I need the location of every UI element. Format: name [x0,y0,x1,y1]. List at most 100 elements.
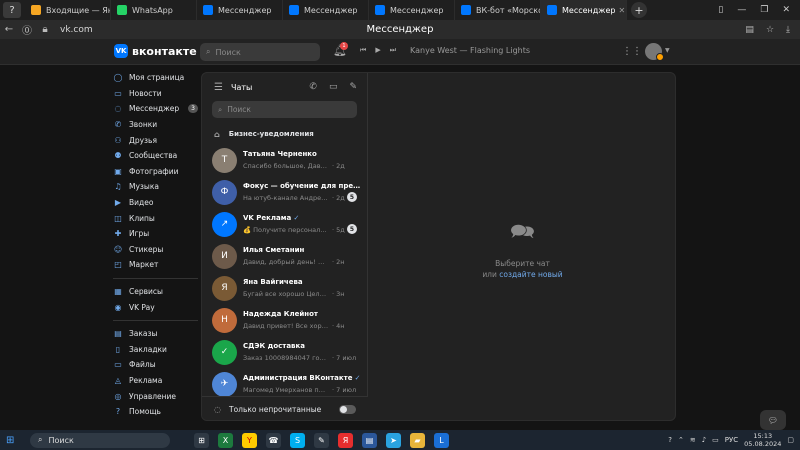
clock[interactable]: 15:13 05.08.2024 [744,432,781,448]
sidebar-item[interactable]: ◌ Мессенджер 3 [113,101,198,117]
chat-search-input[interactable] [227,105,338,114]
battery-icon[interactable]: ▭ [712,436,719,444]
browser-menu-button[interactable]: ? [3,2,21,18]
photo-icon: ▣ [114,166,122,176]
tab-close-icon[interactable]: ✕ [616,6,626,15]
word-icon[interactable]: ▤ [362,432,377,448]
browser-tab[interactable]: Мессенджер [369,0,455,20]
browser-tab[interactable]: WhatsApp [111,0,197,20]
header-search-input[interactable] [215,47,311,57]
yandex-icon[interactable]: Я [338,432,353,448]
next-track-icon[interactable]: ⏭ [390,46,396,55]
mini-chat-icon[interactable]: 💬︎ [760,410,786,430]
chat-search[interactable]: ⌕ [212,101,357,118]
play-icon[interactable]: ▶ [375,46,380,55]
prev-track-icon[interactable]: ⏮ [360,46,366,55]
current-track[interactable]: Kanye West — Flashing Lights [410,46,530,55]
volume-icon[interactable]: ♪ [702,436,706,444]
create-new-chat-link[interactable]: создайте новый [499,270,562,279]
header-search[interactable]: ⌕ [200,43,320,61]
chat-list-item[interactable]: Ф Фокус — обучение для предприним… На ютуб… [202,176,367,208]
lingualeo-icon[interactable]: L [434,432,449,448]
sidebar-item[interactable]: ◯ Моя страница [113,70,198,86]
browser-tab[interactable]: Мессенджер ✕ [541,0,627,20]
sidebar-item[interactable]: ⚉ Сообщества [113,148,198,164]
pen-icon[interactable]: ✎ [314,432,329,448]
taskbar-search[interactable]: ⌕ Поиск [30,432,170,448]
back-icon[interactable]: ← [0,24,18,35]
sidebar-item[interactable]: ◫ Клипы [113,210,198,226]
sidebar-item[interactable]: ▭ Новости [113,86,198,102]
sidebar-item[interactable]: ◉ VK Pay [113,299,198,315]
help-icon[interactable]: ? [668,436,672,444]
sidebar-item-label: Мессенджер [129,104,180,114]
taskview-icon[interactable]: ⊞ [194,432,209,448]
unread-count-badge: 5 [347,192,357,202]
windows-start-icon[interactable]: ⊞ [6,435,24,446]
sidebar-item[interactable]: ◎ Управление [113,388,198,404]
sidebar-item[interactable]: ▯ Закладки [113,342,198,358]
avatar[interactable] [645,43,664,61]
close-window-icon[interactable]: ✕ [782,5,790,15]
sidebar-item[interactable]: ⚇ Друзья [113,132,198,148]
folder-icon[interactable]: ▰ [410,432,425,448]
bookmark-icon: ▯ [115,344,121,354]
chat-list-item[interactable]: И Илья Сметанин Давид, добрый день! Спасиб… [202,240,367,272]
chat-body: Администрация ВКонтакте ✓ Магомед Умерхан… [243,374,361,394]
tab-favicon-icon [31,5,41,15]
business-notifications[interactable]: ⌂ Бизнес-уведомления [202,124,367,144]
wifi-icon[interactable]: ≋ [690,436,696,444]
sidebar-count-badge: 3 [188,104,198,114]
bookmark-icon[interactable]: ☆ [766,25,774,35]
notification-center-icon[interactable]: ▢ [787,436,794,444]
sidebar-item[interactable]: ♫ Музыка [113,179,198,195]
vk-brand-name[interactable]: вконтакте [132,45,197,58]
sidebar-item[interactable]: ▤ Заказы [113,326,198,342]
sidebar-item[interactable]: ◰ Маркет [113,257,198,273]
video-icon: ▶ [114,198,122,208]
language-indicator[interactable]: РУС [725,436,738,444]
browser-tab[interactable]: Входящие — Яндекс [25,0,111,20]
chat-list-item[interactable]: Т Татьяна Черненко Спасибо большое, Давид!… [202,144,367,176]
sidebar-item[interactable]: ✚ Игры [113,226,198,242]
vk-logo-icon[interactable]: VK [114,44,128,58]
sidebar-item[interactable]: ▶ Видео [113,195,198,211]
browser-tab[interactable]: Мессенджер [283,0,369,20]
unread-only-toggle[interactable] [339,405,356,414]
chat-list-item[interactable]: ✓ СДЭК доставка Заказ 10008984047 готов к…… [202,336,367,368]
browser-tab[interactable]: Мессенджер [197,0,283,20]
compose-icon[interactable]: ✎ [349,82,357,92]
unread-only-row[interactable]: ◌ Только непрочитанные [202,396,368,420]
menu-icon[interactable]: ☰ [214,82,223,93]
sidebar-item[interactable]: ▦ Сервисы [113,284,198,300]
verified-icon: ✓ [352,374,361,382]
new-tab-button[interactable]: + [631,2,647,18]
call-icon[interactable]: ✆ [309,82,317,92]
tab-label: Мессенджер [304,5,358,15]
bookmark-window-icon[interactable]: ▯ [718,5,723,15]
chat-list-item[interactable]: Я Яна Вайгичева Бугай все хорошо Целую ❤️·… [202,272,367,304]
sidebar-item[interactable]: ▭ Файлы [113,357,198,373]
chevron-down-icon[interactable]: ▼ [665,47,670,54]
maximize-icon[interactable]: ❐ [760,5,768,15]
sidebar-item[interactable]: ▣ Фотографии [113,164,198,180]
chat-list-item[interactable]: ↗ VK Реклама ✓ 💰 Получите персональны…· 5д… [202,208,367,240]
url-field[interactable]: vk.com [60,25,93,35]
sidebar-item[interactable]: ◬ Реклама [113,373,198,389]
minimize-icon[interactable]: — [737,5,746,15]
excel-icon[interactable]: X [218,432,233,448]
reader-icon[interactable]: ▤ [745,25,754,35]
skype-icon[interactable]: S [290,432,305,448]
download-icon[interactable]: ⤓ [786,25,790,35]
yandex-browser-icon[interactable]: Y [242,432,257,448]
chat-list-item[interactable]: Н Надежда Клейнот Давид привет! Все хорошо… [202,304,367,336]
browser-tab[interactable]: ВК-бот «Морской з [455,0,541,20]
archive-icon[interactable]: ▭ [329,82,338,92]
sidebar-item[interactable]: ? Помощь [113,404,198,420]
telegram-icon[interactable]: ➤ [386,432,401,448]
phone-link-icon[interactable]: ☎ [266,432,281,448]
sidebar-item[interactable]: ☺ Стикеры [113,242,198,258]
sidebar-item[interactable]: ✆ Звонки [113,117,198,133]
yandex-home-icon[interactable]: ⓪ [18,22,36,37]
chevron-up-icon[interactable]: ⌃ [678,436,684,444]
